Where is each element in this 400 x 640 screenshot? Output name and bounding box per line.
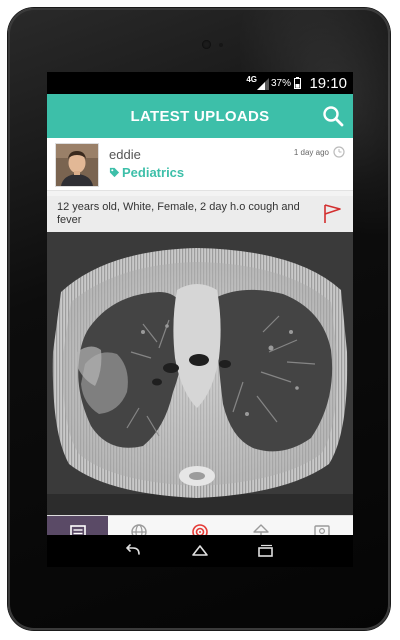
home-button[interactable] <box>190 541 210 561</box>
search-button[interactable] <box>321 104 345 128</box>
avatar[interactable] <box>55 143 99 187</box>
tag-icon <box>109 167 120 178</box>
back-button[interactable] <box>123 541 143 561</box>
page-title: LATEST UPLOADS <box>130 108 270 125</box>
bottom-navigation <box>47 515 353 536</box>
tab-activity[interactable] <box>169 516 230 536</box>
report-flag-button[interactable] <box>321 202 343 224</box>
light-sensor <box>219 43 223 47</box>
specialty-label: Pediatrics <box>122 165 185 180</box>
status-bar: 4G 37% 19:10 <box>47 72 353 94</box>
system-nav-bar <box>47 535 353 567</box>
back-icon <box>126 544 140 555</box>
search-icon <box>323 106 344 127</box>
clock-icon <box>333 146 345 158</box>
clock: 19:10 <box>309 75 347 92</box>
case-image[interactable] <box>47 232 353 522</box>
signal-icon <box>257 78 269 90</box>
post-header[interactable]: eddie Pediatrics 1 day ago <box>47 138 353 191</box>
tab-explore[interactable] <box>108 516 169 536</box>
battery-percent: 37% <box>270 78 291 89</box>
recents-button[interactable] <box>255 541 275 561</box>
tab-upload[interactable] <box>231 516 292 536</box>
case-caption: 12 years old, White, Female, 2 day h.o c… <box>47 196 353 232</box>
ct-scan-image <box>47 232 353 522</box>
front-camera <box>202 40 211 49</box>
app-screen: 4G 37% 19:10 LATEST UPLOADS eddie Pediat… <box>47 72 353 567</box>
home-icon <box>192 545 208 556</box>
user-photo <box>56 144 98 186</box>
recents-icon <box>258 544 273 557</box>
post-timestamp: 1 day ago <box>293 148 329 157</box>
battery-icon <box>294 77 301 89</box>
tab-profile[interactable] <box>292 516 353 536</box>
caption-text: 12 years old, White, Female, 2 day h.o c… <box>57 201 300 226</box>
tab-feed[interactable] <box>47 516 109 536</box>
action-bar: LATEST UPLOADS <box>47 94 353 138</box>
network-type: 4G <box>246 75 257 84</box>
username[interactable]: eddie <box>109 147 141 162</box>
specialty-tag[interactable]: Pediatrics <box>109 165 184 180</box>
flag-icon <box>324 204 341 223</box>
